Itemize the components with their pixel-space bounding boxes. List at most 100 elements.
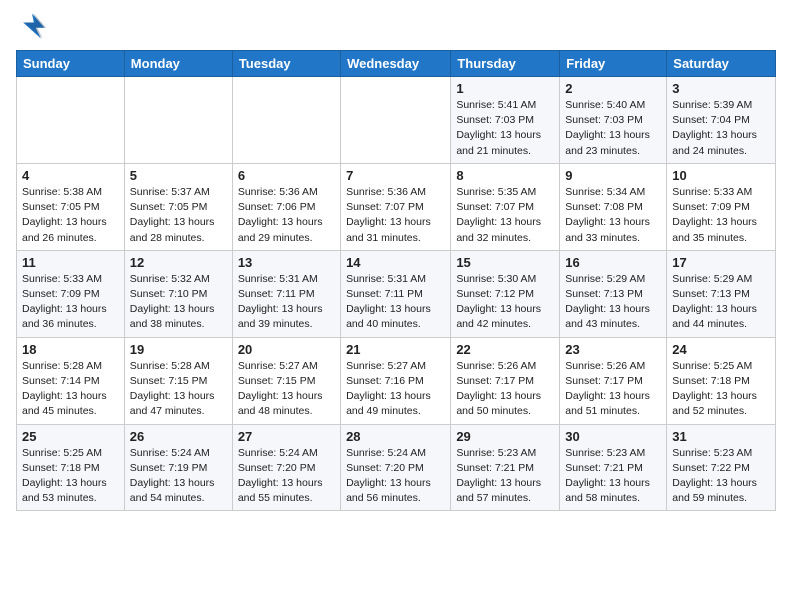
cell-content: Sunrise: 5:34 AMSunset: 7:08 PMDaylight:… bbox=[565, 185, 661, 246]
day-number: 13 bbox=[238, 255, 335, 270]
day-number: 8 bbox=[456, 168, 554, 183]
cell-content: Sunrise: 5:30 AMSunset: 7:12 PMDaylight:… bbox=[456, 272, 554, 333]
cell-content: Sunrise: 5:23 AMSunset: 7:21 PMDaylight:… bbox=[565, 446, 661, 507]
calendar-week-row: 4 Sunrise: 5:38 AM Sunset: 7:05 PM Daylight… bbox=[17, 163, 776, 250]
cell-content-line: Sunrise: 5:26 AM bbox=[565, 360, 645, 372]
cell-content-line: Sunset: 7:17 PM bbox=[565, 375, 643, 387]
cell-content: Sunrise: 5:37 AMSunset: 7:05 PMDaylight:… bbox=[130, 185, 227, 246]
logo bbox=[16, 10, 52, 42]
cell-content-line: Sunset: 7:15 PM bbox=[238, 375, 316, 387]
day-number: 2 bbox=[565, 81, 661, 96]
calendar-cell bbox=[17, 77, 125, 164]
cell-content-line: Sunrise: 5:28 AM bbox=[22, 360, 102, 372]
day-number: 9 bbox=[565, 168, 661, 183]
day-number: 4 bbox=[22, 168, 119, 183]
weekday-header-wednesday: Wednesday bbox=[341, 51, 451, 77]
calendar-cell: 26 Sunrise: 5:24 AMSunset: 7:19 PMDayligh… bbox=[124, 424, 232, 511]
cell-content-line: Daylight: 13 hours bbox=[565, 390, 650, 402]
cell-content-line: and 57 minutes. bbox=[456, 492, 531, 504]
cell-content-line: Sunset: 7:17 PM bbox=[456, 375, 534, 387]
cell-content-line: Daylight: 13 hours bbox=[565, 303, 650, 315]
day-number: 14 bbox=[346, 255, 445, 270]
weekday-header-row: SundayMondayTuesdayWednesdayThursdayFrid… bbox=[17, 51, 776, 77]
cell-content: Sunrise: 5:35 AMSunset: 7:07 PMDaylight:… bbox=[456, 185, 554, 246]
cell-content-line: Sunset: 7:20 PM bbox=[346, 462, 424, 474]
cell-content-line: Sunrise: 5:40 AM bbox=[565, 99, 645, 111]
cell-content-line: Daylight: 13 hours bbox=[238, 477, 323, 489]
cell-content-line: and 43 minutes. bbox=[565, 318, 640, 330]
calendar-week-row: 25Sunrise: 5:25 AMSunset: 7:18 PMDayligh… bbox=[17, 424, 776, 511]
calendar-cell: 12Sunrise: 5:32 AMSunset: 7:10 PMDayligh… bbox=[124, 250, 232, 337]
cell-content-line: and 54 minutes. bbox=[130, 492, 205, 504]
cell-content-line: Sunrise: 5:26 AM bbox=[456, 360, 536, 372]
calendar-table: SundayMondayTuesdayWednesdayThursdayFrid… bbox=[16, 50, 776, 511]
day-number: 30 bbox=[565, 429, 661, 444]
cell-content-line: and 50 minutes. bbox=[456, 405, 531, 417]
cell-content-line: Sunset: 7:05 PM bbox=[130, 201, 208, 213]
cell-content-line: Daylight: 13 hours bbox=[22, 390, 107, 402]
logo-icon bbox=[16, 10, 48, 42]
calendar-cell: 17Sunrise: 5:29 AMSunset: 7:13 PMDayligh… bbox=[667, 250, 776, 337]
cell-content-line: Sunset: 7:21 PM bbox=[565, 462, 643, 474]
cell-content-line: and 48 minutes. bbox=[238, 405, 313, 417]
cell-content-line: Sunrise: 5:34 AM bbox=[565, 186, 645, 198]
page-container: SundayMondayTuesdayWednesdayThursdayFrid… bbox=[0, 0, 792, 527]
cell-content-line: Sunset: 7:09 PM bbox=[672, 201, 750, 213]
cell-content-line: Sunrise: 5:24 AM bbox=[130, 447, 210, 459]
weekday-header-friday: Friday bbox=[560, 51, 667, 77]
cell-content-line: and 45 minutes. bbox=[22, 405, 97, 417]
cell-content-line: Sunset: 7:10 PM bbox=[130, 288, 208, 300]
calendar-cell: 15Sunrise: 5:30 AMSunset: 7:12 PMDayligh… bbox=[451, 250, 560, 337]
cell-content-line: Daylight: 13 hours bbox=[346, 390, 431, 402]
cell-content: Sunrise: 5:24 AM Sunset: 7:20 PM Daylight:… bbox=[238, 446, 335, 507]
day-number: 26 bbox=[130, 429, 227, 444]
calendar-cell: 13 Sunrise: 5:31 AMSunset: 7:11 PMDayligh… bbox=[232, 250, 340, 337]
cell-content-line: and 35 minutes. bbox=[672, 232, 747, 244]
cell-content: Sunrise: 5:24 AMSunset: 7:19 PMDaylight:… bbox=[130, 446, 227, 507]
cell-content-line: and 26 minutes. bbox=[22, 232, 97, 244]
cell-content-line: Sunrise: 5:29 AM bbox=[565, 273, 645, 285]
cell-content-line: Sunrise: 5:33 AM bbox=[22, 273, 102, 285]
calendar-cell: 21Sunrise: 5:27 AMSunset: 7:16 PMDayligh… bbox=[341, 337, 451, 424]
day-number: 16 bbox=[565, 255, 661, 270]
calendar-cell: 29Sunrise: 5:23 AMSunset: 7:21 PMDayligh… bbox=[451, 424, 560, 511]
cell-content-line: Sunset: 7:07 PM bbox=[346, 201, 424, 213]
calendar-cell: 3Sunrise: 5:39 AMSunset: 7:04 PMDaylight… bbox=[667, 77, 776, 164]
cell-content-line: and 47 minutes. bbox=[130, 405, 205, 417]
calendar-cell: 4Sunrise: 5:38 AMSunset: 7:05 PMDaylight… bbox=[17, 163, 125, 250]
cell-content-line: Sunrise: 5:38 AM bbox=[22, 186, 102, 198]
cell-content-line: Sunrise: 5:24 AM bbox=[238, 447, 318, 459]
cell-content-line: and 23 minutes. bbox=[565, 145, 640, 157]
calendar-cell: 5Sunrise: 5:37 AMSunset: 7:05 PMDaylight… bbox=[124, 163, 232, 250]
cell-content-line: Sunrise: 5:37 AM bbox=[130, 186, 210, 198]
cell-content: Sunrise: 5:23 AMSunset: 7:21 PMDaylight:… bbox=[456, 446, 554, 507]
cell-content-line: Daylight: 13 hours bbox=[238, 216, 323, 228]
cell-content-line: Sunrise: 5:30 AM bbox=[456, 273, 536, 285]
cell-content: Sunrise: 5:31 AMSunset: 7:11 PMDaylight:… bbox=[346, 272, 445, 333]
cell-content-line: Daylight: 13 hours bbox=[22, 216, 107, 228]
cell-content: Sunrise: 5:31 AMSunset: 7:11 PMDaylight:… bbox=[238, 272, 335, 333]
day-number: 12 bbox=[130, 255, 227, 270]
cell-content-line: and 40 minutes. bbox=[346, 318, 421, 330]
weekday-header-monday: Monday bbox=[124, 51, 232, 77]
cell-content-line: Sunrise: 5:29 AM bbox=[672, 273, 752, 285]
cell-content: Sunrise: 5:33 AMSunset: 7:09 PMDaylight:… bbox=[22, 272, 119, 333]
cell-content-line: Sunrise: 5:23 AM bbox=[456, 447, 536, 459]
calendar-cell bbox=[124, 77, 232, 164]
day-number: 7 bbox=[346, 168, 445, 183]
cell-content-line: and 56 minutes. bbox=[346, 492, 421, 504]
cell-content-line: Daylight: 13 hours bbox=[346, 303, 431, 315]
cell-content-line: Sunset: 7:20 PM bbox=[238, 462, 316, 474]
cell-content-line: Sunset: 7:21 PM bbox=[456, 462, 534, 474]
cell-content: Sunrise: 5:23 AMSunset: 7:22 PMDaylight:… bbox=[672, 446, 770, 507]
cell-content: Sunrise: 5:26 AM Sunset: 7:17 PM Daylight:… bbox=[565, 359, 661, 420]
calendar-cell: 18Sunrise: 5:28 AMSunset: 7:14 PMDayligh… bbox=[17, 337, 125, 424]
header bbox=[16, 10, 776, 42]
cell-content-line: Sunrise: 5:32 AM bbox=[130, 273, 210, 285]
cell-content-line: Sunset: 7:03 PM bbox=[456, 114, 534, 126]
cell-content-line: Sunrise: 5:27 AM bbox=[238, 360, 318, 372]
cell-content-line: and 39 minutes. bbox=[238, 318, 313, 330]
cell-content-line: Daylight: 13 hours bbox=[346, 216, 431, 228]
cell-content-line: Daylight: 13 hours bbox=[565, 216, 650, 228]
cell-content-line: and 52 minutes. bbox=[672, 405, 747, 417]
